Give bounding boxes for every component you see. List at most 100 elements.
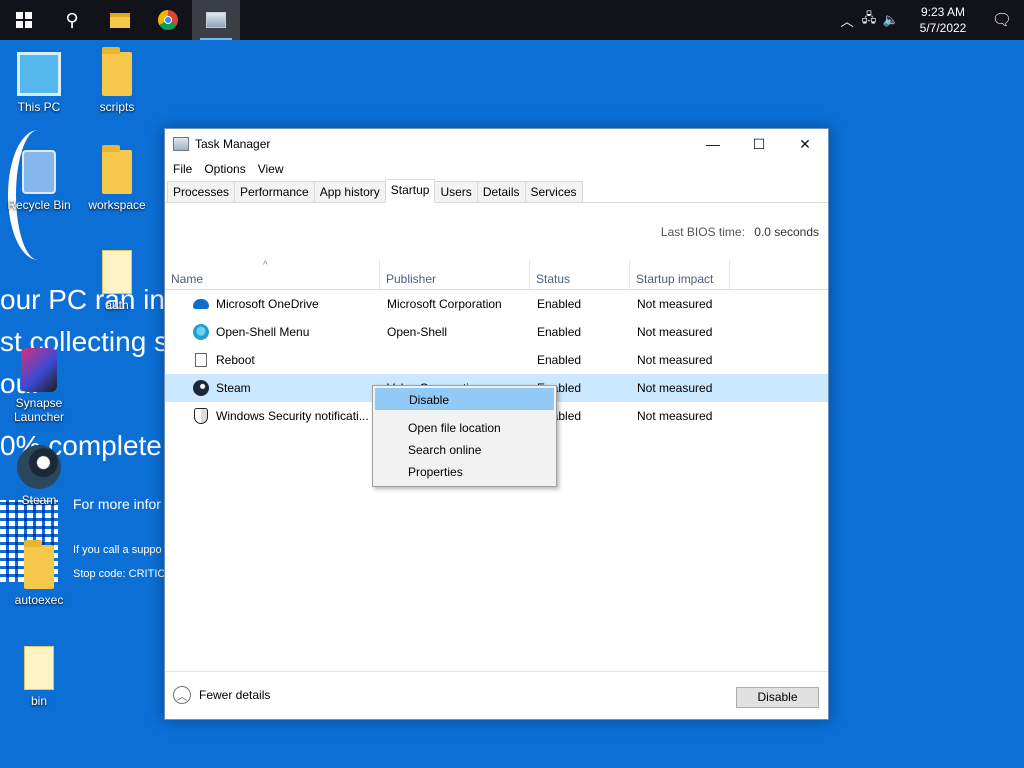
tab-processes[interactable]: Processes (167, 181, 236, 202)
cell-publisher: Microsoft Corporation (387, 297, 502, 311)
taskbar: ⚲ ︿ 🖧 🔈 9:23 AM 5/7/2022 🗨 (0, 0, 1024, 40)
column-header-name[interactable]: Name (165, 260, 380, 289)
bios-time-value: 0.0 seconds (754, 225, 819, 239)
folder-icon (24, 540, 54, 589)
desktop-icon-label: auth (105, 298, 129, 312)
desktop-icon-bin[interactable]: bin (0, 646, 78, 708)
folder-icon (102, 145, 132, 194)
table-row[interactable]: Open-Shell Menu Open-Shell Enabled Not m… (165, 318, 828, 346)
desktop-icon-workspace[interactable]: workspace (78, 145, 156, 212)
chrome-icon (158, 10, 178, 30)
desktop-icon-label: Steam (21, 493, 57, 507)
wallpaper-stop-code: Stop code: CRITICA (73, 568, 173, 580)
column-header-publisher[interactable]: Publisher (380, 260, 530, 289)
volume-icon[interactable]: 🔈 (880, 12, 902, 28)
wallpaper-more-info: For more infor (73, 496, 161, 512)
column-header-startup-impact[interactable]: Startup impact (630, 260, 730, 289)
context-menu-disable[interactable]: Disable (375, 388, 554, 410)
notification-button[interactable]: 🗨 (980, 0, 1024, 40)
chevron-up-icon: ︿ (173, 686, 191, 704)
taskbar-file-explorer[interactable] (96, 0, 144, 40)
close-icon: ✕ (799, 135, 811, 152)
tab-startup[interactable]: Startup (384, 179, 436, 203)
tab-app-history[interactable]: App history (313, 181, 386, 202)
desktop-icon-label: scripts (99, 100, 135, 114)
cell-impact: Not measured (637, 353, 713, 367)
steam-icon (193, 380, 209, 396)
start-button[interactable] (0, 0, 48, 40)
desktop-icon-steam[interactable]: Steam (0, 445, 78, 507)
steam-icon (17, 445, 61, 489)
cell-name: Microsoft OneDrive (216, 297, 319, 311)
task-manager-icon (173, 137, 189, 151)
desktop-icon-this-pc[interactable]: This PC (0, 52, 78, 114)
desktop-icon-auth[interactable]: auth (78, 250, 156, 312)
cell-publisher: Open-Shell (387, 325, 448, 339)
open-shell-icon (193, 324, 209, 340)
tab-details[interactable]: Details (476, 181, 526, 202)
recycle-bin-icon (22, 150, 56, 194)
context-menu-open-file-location[interactable]: Open file location (375, 417, 554, 439)
fewer-details-label: Fewer details (199, 688, 271, 702)
onedrive-icon (193, 299, 209, 309)
windows-logo-icon (16, 12, 32, 28)
task-manager-icon (206, 12, 226, 28)
menu-options[interactable]: Options (198, 162, 251, 176)
folder-icon (102, 47, 132, 96)
table-row[interactable]: Microsoft OneDrive Microsoft Corporation… (165, 290, 828, 318)
menu-bar: File Options View (165, 159, 828, 179)
cell-impact: Not measured (637, 325, 713, 339)
computer-icon (17, 52, 61, 96)
document-folder-icon (102, 250, 132, 294)
tab-performance[interactable]: Performance (234, 181, 315, 202)
footer: ︿ Fewer details Disable (165, 671, 828, 719)
desktop-icon-label: Recycle Bin (7, 198, 71, 212)
synapse-launcher-icon (21, 348, 57, 392)
disable-button[interactable]: Disable (736, 687, 819, 708)
desktop-icon-label: This PC (17, 100, 61, 114)
title-bar[interactable]: Task Manager — ☐ ✕ (165, 129, 828, 159)
fewer-details-button[interactable]: ︿ Fewer details (173, 686, 270, 704)
maximize-button[interactable]: ☐ (736, 129, 782, 159)
desktop-icon-autoexec[interactable]: autoexec (0, 540, 78, 607)
bios-time: Last BIOS time: 0.0 seconds (661, 225, 819, 239)
cell-status: Enabled (537, 325, 582, 339)
desktop-icon-scripts[interactable]: scripts (78, 47, 156, 114)
wallpaper-call-support: If you call a suppo (73, 544, 162, 556)
desktop-icon-label: Synapse Launcher (13, 396, 65, 424)
maximize-icon: ☐ (752, 135, 766, 152)
clock-time: 9:23 AM (920, 5, 966, 19)
minimize-button[interactable]: — (690, 129, 736, 159)
clock[interactable]: 9:23 AM 5/7/2022 (906, 4, 980, 36)
minimize-icon: — (706, 136, 720, 152)
cell-name: Open-Shell Menu (216, 325, 310, 339)
taskbar-task-manager[interactable] (192, 0, 240, 40)
context-menu-search-online[interactable]: Search online (375, 439, 554, 461)
taskbar-chrome[interactable] (144, 0, 192, 40)
tab-services[interactable]: Services (524, 181, 583, 202)
desktop-icon-label: autoexec (14, 593, 64, 607)
cell-impact: Not measured (637, 381, 713, 395)
tab-users[interactable]: Users (434, 181, 478, 202)
cell-name: Steam (216, 381, 251, 395)
tab-strip: Processes Performance App history Startu… (165, 179, 828, 203)
search-button[interactable]: ⚲ (48, 0, 96, 40)
column-header-status[interactable]: Status (530, 260, 630, 289)
cell-status: Enabled (537, 297, 582, 311)
document-folder-icon (24, 646, 54, 690)
cell-name: Reboot (216, 353, 255, 367)
table-row[interactable]: Reboot Enabled Not measured (165, 346, 828, 374)
cell-impact: Not measured (637, 297, 713, 311)
menu-file[interactable]: File (167, 162, 198, 176)
table-header: ^ Name Publisher Status Startup impact (165, 260, 828, 290)
chevron-up-icon[interactable]: ︿ (836, 11, 858, 30)
system-tray: ︿ 🖧 🔈 9:23 AM 5/7/2022 🗨 (836, 0, 1024, 40)
context-menu-properties[interactable]: Properties (375, 461, 554, 483)
desktop-icon-recycle-bin[interactable]: Recycle Bin (0, 150, 78, 212)
network-icon[interactable]: 🖧 (858, 9, 880, 31)
desktop-icon-synapse-launcher[interactable]: Synapse Launcher (0, 348, 78, 424)
menu-view[interactable]: View (252, 162, 290, 176)
close-button[interactable]: ✕ (782, 129, 828, 159)
file-icon (195, 353, 207, 367)
clock-date: 5/7/2022 (919, 21, 967, 35)
